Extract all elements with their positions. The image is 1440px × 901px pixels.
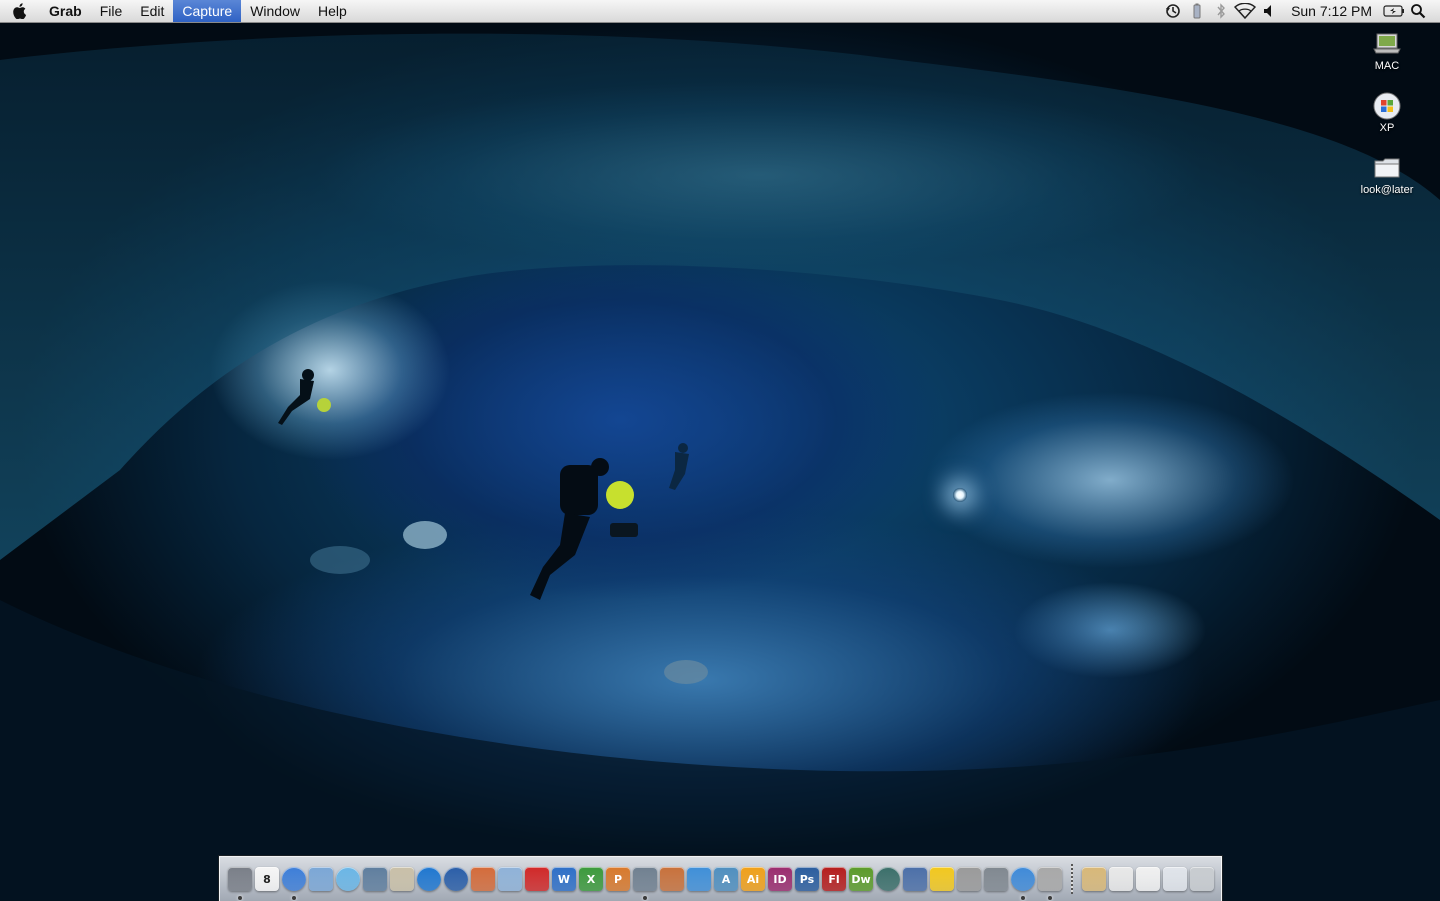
dock: 8 W X P A Ai ID Ps Fl Dw: [219, 856, 1222, 901]
volume-icon[interactable]: [1257, 0, 1281, 22]
font-book-icon[interactable]: A: [714, 867, 738, 891]
menu-bar: Grab File Edit Capture Window Help Sun 7…: [0, 0, 1440, 23]
dock-separator: [1071, 864, 1073, 894]
windows-logo-icon: [1372, 92, 1402, 120]
trash-icon[interactable]: [1190, 867, 1214, 891]
pages-stack-icon[interactable]: [1136, 867, 1160, 891]
diver-light: [953, 488, 967, 502]
ical-icon[interactable]: 8: [255, 867, 279, 891]
documents-stack-icon[interactable]: [1082, 867, 1106, 891]
folder-icon: [1372, 154, 1402, 182]
files-stack-icon[interactable]: [1109, 867, 1133, 891]
menu-help[interactable]: Help: [309, 0, 356, 22]
photoshop-icon[interactable]: Ps: [795, 867, 819, 891]
keynote-icon[interactable]: [660, 867, 684, 891]
desktop-icon-look-later[interactable]: look@later: [1347, 154, 1427, 196]
desktop-wallpaper: [0, 0, 1440, 900]
finder-icon[interactable]: [228, 867, 252, 900]
printer-icon[interactable]: [957, 867, 981, 891]
indesign-icon[interactable]: ID: [768, 867, 792, 891]
menubar-clock[interactable]: Sun 7:12 PM: [1281, 0, 1382, 22]
safari-icon[interactable]: [282, 867, 306, 900]
desktop-icon-label: XP: [1379, 122, 1395, 134]
script-editor-icon[interactable]: [471, 867, 495, 891]
google-earth-icon[interactable]: [444, 867, 468, 891]
downloads-stack-icon[interactable]: [1163, 867, 1187, 891]
ichat-icon[interactable]: [1011, 867, 1035, 900]
menu-app-name[interactable]: Grab: [40, 0, 91, 22]
mail-stamp-icon[interactable]: [309, 867, 333, 891]
desktop-icon-xp[interactable]: XP: [1347, 92, 1427, 134]
illustrator-icon[interactable]: Ai: [741, 867, 765, 891]
bluetooth-icon[interactable]: [1209, 0, 1233, 22]
time-machine-icon[interactable]: [1161, 0, 1185, 22]
system-preferences-icon[interactable]: [984, 867, 1008, 891]
menu-bar-left: Grab File Edit Capture Window Help: [0, 0, 356, 22]
itunes-icon[interactable]: [336, 867, 360, 891]
time-machine-icon[interactable]: [876, 867, 900, 891]
battery-vertical-icon[interactable]: [1185, 0, 1209, 22]
excel-icon[interactable]: X: [579, 867, 603, 891]
grab-icon[interactable]: [1038, 867, 1062, 900]
desktop-icon-mac[interactable]: MAC: [1347, 30, 1427, 72]
menu-edit[interactable]: Edit: [131, 0, 173, 22]
diver-silhouette: [530, 458, 638, 600]
bird-icon[interactable]: [498, 867, 522, 891]
menu-bar-extras: Sun 7:12 PM: [1161, 0, 1440, 22]
menu-file[interactable]: File: [91, 0, 132, 22]
dock-items: 8 W X P A Ai ID Ps Fl Dw: [228, 864, 1214, 900]
menu-window[interactable]: Window: [241, 0, 309, 22]
pen-tool-icon[interactable]: [633, 867, 657, 900]
spaces-icon[interactable]: [903, 867, 927, 891]
wifi-icon[interactable]: [1233, 0, 1257, 22]
poker-icon[interactable]: [525, 867, 549, 891]
menu-capture[interactable]: Capture: [173, 0, 242, 22]
diver-silhouette: [669, 443, 689, 490]
powerpoint-icon[interactable]: P: [606, 867, 630, 891]
numbers-icon[interactable]: [687, 867, 711, 891]
desktop-icon-label: MAC: [1374, 60, 1400, 72]
desktop-icon-label: look@later: [1360, 184, 1414, 196]
quicktime-icon[interactable]: [417, 867, 441, 891]
laptop-icon: [1372, 30, 1402, 58]
apple-menu-icon[interactable]: [0, 0, 40, 22]
word-icon[interactable]: W: [552, 867, 576, 891]
flash-icon[interactable]: Fl: [822, 867, 846, 891]
adium-duck-icon[interactable]: [930, 867, 954, 891]
spotlight-search-icon[interactable]: [1406, 0, 1430, 22]
battery-icon[interactable]: [1382, 0, 1406, 22]
iphoto-icon[interactable]: [363, 867, 387, 891]
diver-silhouette: [278, 369, 331, 425]
preview-icon[interactable]: [390, 867, 414, 891]
dreamweaver-icon[interactable]: Dw: [849, 867, 873, 891]
cave-rock-shapes: [0, 33, 1440, 900]
